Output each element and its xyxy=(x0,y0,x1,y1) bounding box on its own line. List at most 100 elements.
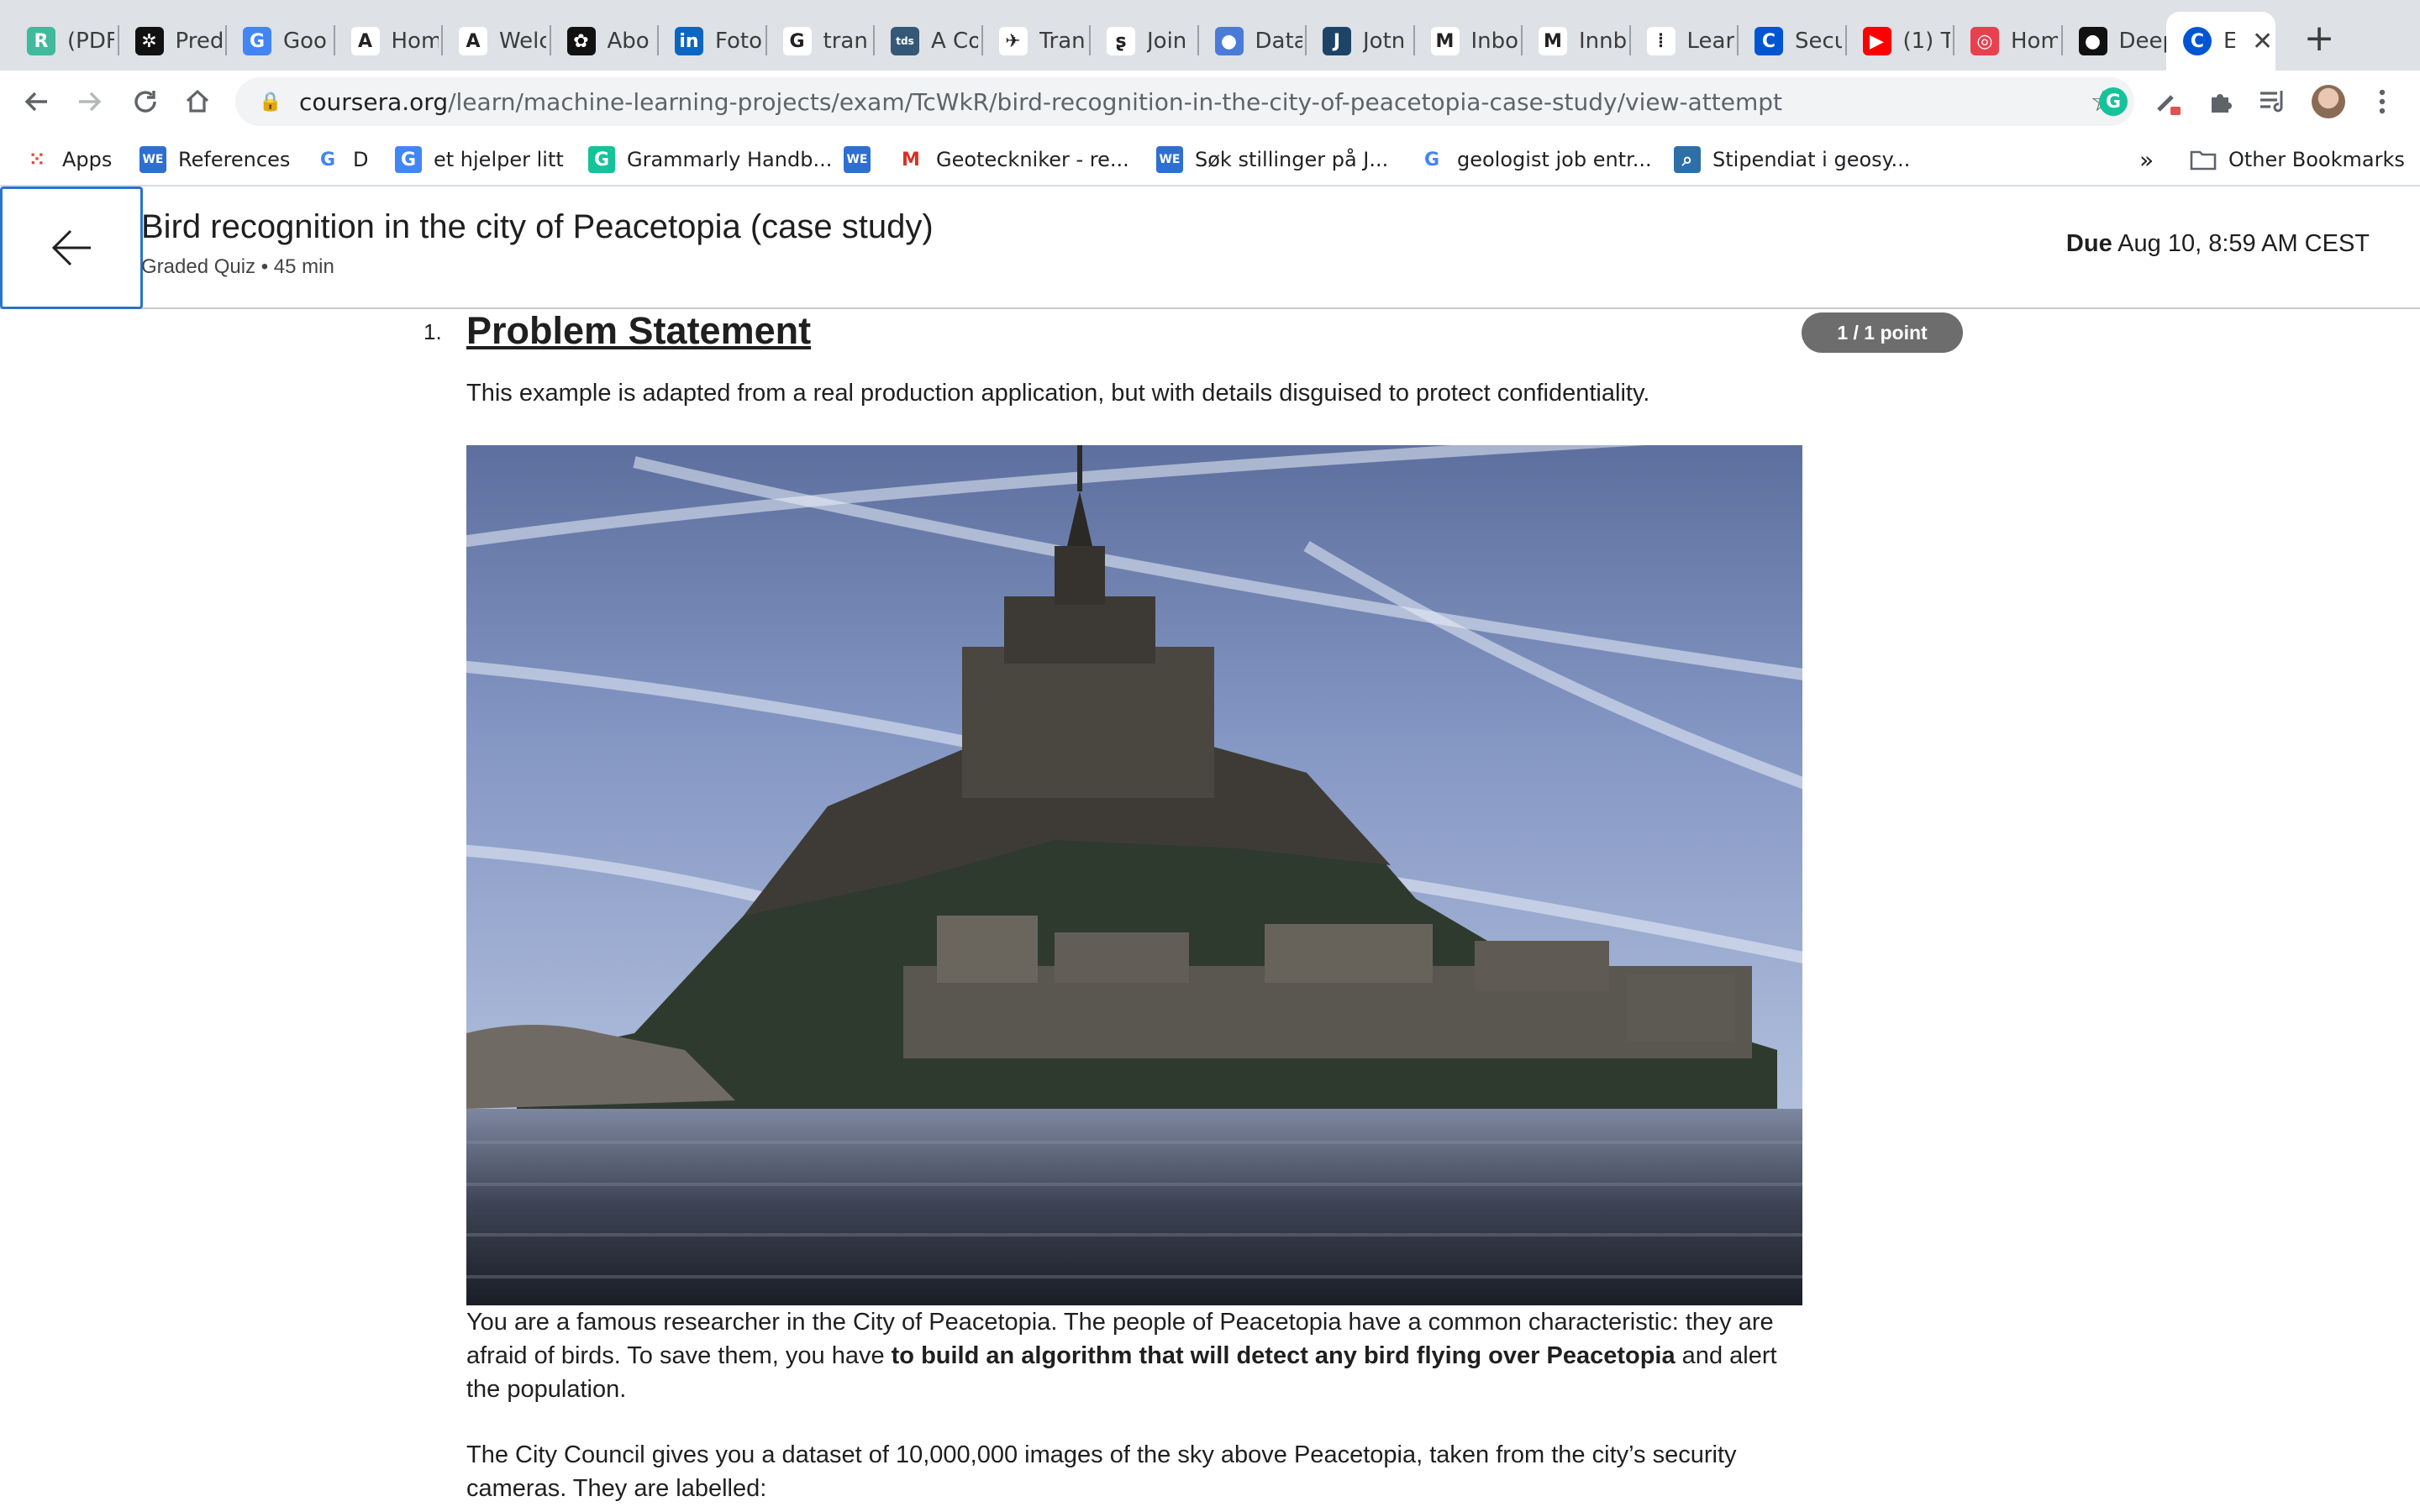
tab-1[interactable]: R (PDF xyxy=(10,12,118,71)
media-queue-icon[interactable] xyxy=(2252,81,2294,123)
grammarly-extension-icon[interactable]: G xyxy=(2092,81,2134,123)
tab-3[interactable]: G Goo xyxy=(226,12,334,71)
tab-title: Inbo xyxy=(1470,29,1518,54)
url-host: coursera.org xyxy=(299,87,449,116)
puzzle-extensions-icon[interactable] xyxy=(2200,81,2242,123)
tab-20[interactable]: ● Deep xyxy=(2062,12,2170,71)
tab-separator xyxy=(1844,25,1847,55)
bookmark-label: Stipendiat i geosy... xyxy=(1712,148,1911,171)
tab-19[interactable]: ◎ Hom xyxy=(1954,12,2062,71)
tab-title: Tran xyxy=(1039,29,1086,54)
profile-avatar[interactable] xyxy=(2307,81,2349,123)
tab-active[interactable]: C E ✕ xyxy=(2166,12,2275,71)
tab-5[interactable]: A Welc xyxy=(442,12,550,71)
points-badge: 1 / 1 point xyxy=(1802,312,1963,353)
we-icon: WE xyxy=(139,146,166,173)
tab-title: Jotn xyxy=(1363,29,1406,54)
bookmark-item[interactable]: ⁙ Apps xyxy=(24,143,112,176)
tab-8[interactable]: Gtran xyxy=(766,12,875,71)
bookmark-item[interactable]: M Geoteckniker - re... xyxy=(897,143,1129,176)
tab-separator xyxy=(1953,25,1954,55)
tab-2[interactable]: ✲ Pred xyxy=(118,12,227,71)
address-bar[interactable]: 🔒 coursera.org/learn/machine-learning-pr… xyxy=(235,77,2134,126)
question-title: Problem Statement xyxy=(466,309,812,352)
bookmark-label: Søk stillinger på J... xyxy=(1195,148,1389,171)
home-icon[interactable] xyxy=(176,81,218,123)
tab-15[interactable]: M Innb xyxy=(1522,12,1630,71)
tab-title: Data xyxy=(1255,29,1302,54)
tab-separator xyxy=(117,25,119,55)
quiz-header: Bird recognition in the city of Peacetop… xyxy=(0,186,2420,309)
tab-12[interactable]: ● Data xyxy=(1198,12,1307,71)
due-label: Due xyxy=(2065,230,2112,257)
grammarly-icon: G xyxy=(588,146,615,173)
bookmark-item[interactable]: WE References xyxy=(139,143,290,176)
intro-paragraph: This example is adapted from a real prod… xyxy=(466,380,1650,407)
tab-title: Pred xyxy=(175,29,223,54)
tab-title: Goo xyxy=(283,29,327,54)
lock-icon: 🔒 xyxy=(259,91,282,113)
tab-6[interactable]: ✿ Abo xyxy=(550,12,659,71)
eyedropper-extension-icon[interactable] xyxy=(2146,81,2188,123)
bookmark-item[interactable]: WE Søk stillinger på J... xyxy=(1156,143,1388,176)
quiz-title: Bird recognition in the city of Peacetop… xyxy=(141,208,934,245)
we-icon: WE xyxy=(844,146,871,173)
link-icon: ʂ xyxy=(1107,27,1135,55)
bookmark-label: geologist job entr... xyxy=(1457,148,1652,171)
back-button[interactable] xyxy=(0,186,143,309)
tab-separator xyxy=(1737,25,1739,55)
forward-arrow-icon[interactable] xyxy=(69,81,111,123)
bookmark-label: References xyxy=(178,148,291,171)
tab-17[interactable]: C Secu xyxy=(1738,12,1846,71)
google-icon: G xyxy=(782,27,812,55)
url-path: /learn/machine-learning-projects/exam/Tc… xyxy=(448,87,1782,116)
tab-13[interactable]: J Jotn xyxy=(1306,12,1414,71)
tab-title: Secu xyxy=(1795,29,1842,54)
bookmark-item[interactable]: GD xyxy=(314,143,368,176)
bookmark-item[interactable]: WE xyxy=(844,143,882,176)
tab-separator xyxy=(1305,25,1307,55)
youtube-icon: ▶ xyxy=(1862,27,1891,55)
other-bookmarks-folder[interactable]: Other Bookmarks xyxy=(2190,143,2405,176)
tab-9[interactable]: tds A Co xyxy=(874,12,982,71)
gmail-icon: M xyxy=(1539,27,1567,55)
folder-icon xyxy=(2190,146,2217,173)
tab-18[interactable]: ▶ (1) T xyxy=(1846,12,1954,71)
tab-separator xyxy=(765,25,767,55)
tab-11[interactable]: ʂ Join xyxy=(1090,12,1198,71)
tab-title: Hom xyxy=(391,29,439,54)
bookmark-item[interactable]: Ggeologist job entr... xyxy=(1418,143,1652,176)
bookmark-label: Geoteckniker - re... xyxy=(936,148,1129,171)
new-tab-button[interactable]: + xyxy=(2299,18,2339,59)
tab-10[interactable]: ✈ Tran xyxy=(982,12,1091,71)
bookmark-item[interactable]: ⌕ Stipendiat i geosy... xyxy=(1674,143,1910,176)
drone-icon: ✈ xyxy=(998,27,1028,55)
tab-title: tran xyxy=(823,29,868,54)
tab-title: A Co xyxy=(931,29,978,54)
tab-title: Deep xyxy=(2118,29,2166,54)
coursera-icon: C xyxy=(1754,27,1783,55)
tab-strip: R (PDF ✲ Pred G Goo A Hom A Welc ✿ Abo in Foto Gtran td… xyxy=(0,0,2420,71)
bookmark-item[interactable]: Get hjelper litt xyxy=(395,143,564,176)
left-arrow-icon xyxy=(51,229,91,266)
openai-icon: ✿ xyxy=(566,27,596,55)
tab-7[interactable]: in Foto xyxy=(658,12,766,71)
bookmarks-overflow-button[interactable]: » xyxy=(2139,143,2154,176)
tab-14[interactable]: M Inbo xyxy=(1414,12,1523,71)
tab-separator xyxy=(657,25,659,55)
bookmarks-overflow-label: » xyxy=(2139,145,2154,174)
question-content: 1. Problem Statement 1 / 1 point This ex… xyxy=(0,309,2420,1512)
tab-title: Abo xyxy=(607,29,650,54)
quiz-subtitle: Graded Quiz • 45 min xyxy=(141,255,334,278)
bookmark-item[interactable]: G Grammarly Handb... xyxy=(588,143,832,176)
menu-kebab-icon[interactable] xyxy=(2361,81,2403,123)
tab-title: Welc xyxy=(499,29,546,54)
close-tab-icon[interactable]: ✕ xyxy=(2252,27,2273,56)
reload-icon[interactable] xyxy=(124,81,166,123)
tab-4[interactable]: A Hom xyxy=(334,12,443,71)
back-arrow-icon[interactable] xyxy=(15,81,57,123)
search-doc-icon: ⌕ xyxy=(1674,146,1701,173)
tab-separator xyxy=(1628,25,1631,55)
tab-16[interactable]: ⦙ Lear xyxy=(1630,12,1739,71)
google-translate-icon: G xyxy=(395,146,422,173)
